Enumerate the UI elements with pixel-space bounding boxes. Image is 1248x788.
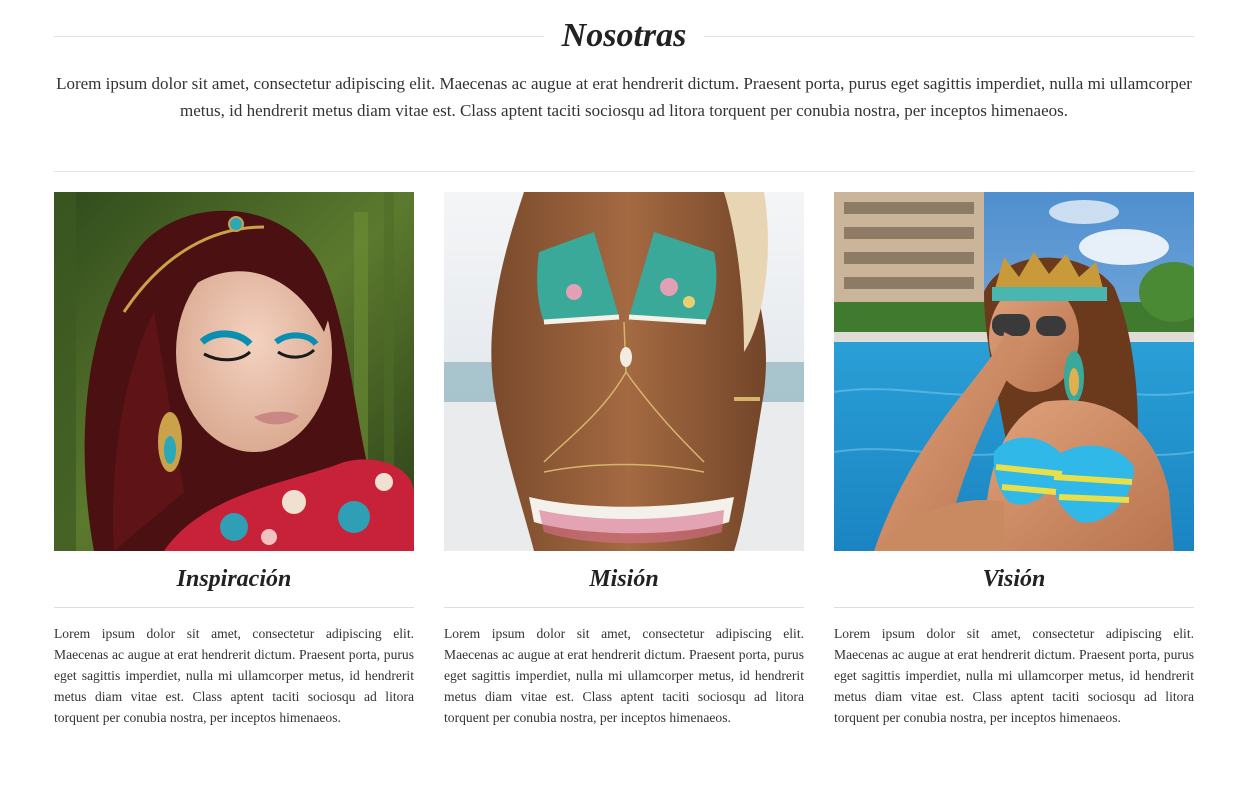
section-divider [54,171,1194,172]
column-divider [444,607,804,608]
page: Nosotras Lorem ipsum dolor sit amet, con… [0,0,1248,788]
column-mision: Misión Lorem ipsum dolor sit amet, conse… [444,192,804,728]
section-header: Nosotras [54,14,1195,58]
vision-photo [834,192,1194,551]
title-divider-right [704,35,1195,37]
column-text: Lorem ipsum dolor sit amet, consectetur … [834,626,1194,725]
column-title: Visión [982,566,1046,592]
inspiracion-photo [54,192,414,551]
column-title: Inspiración [176,566,292,592]
column-vision: Visión Lorem ipsum dolor sit amet, conse… [834,192,1194,728]
column-text: Lorem ipsum dolor sit amet, consectetur … [54,626,414,725]
column-title: Misión [589,566,659,592]
column-divider [834,607,1194,608]
column-text: Lorem ipsum dolor sit amet, consectetur … [444,626,804,725]
page-title: Nosotras [561,17,687,54]
intro-paragraph: Lorem ipsum dolor sit amet, consectetur … [56,74,1192,120]
mision-photo [444,192,804,551]
column-inspiracion: Inspiración Lorem ipsum dolor sit amet, … [54,192,414,728]
title-divider-left [54,35,544,37]
column-divider [54,607,414,608]
